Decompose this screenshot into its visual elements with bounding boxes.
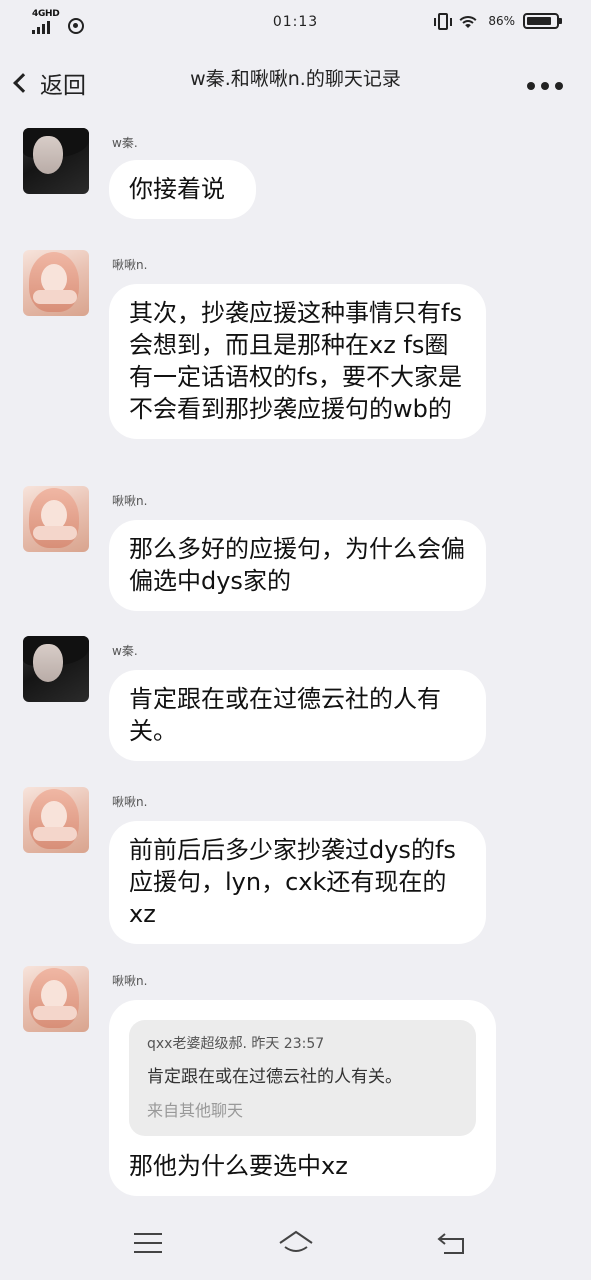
quote-source: 来自其他聊天 <box>147 1101 244 1120</box>
sender-name: 啾啾n. <box>112 494 148 508</box>
chat-history-screen: 4GHD 01:13 86% 返回 w秦.和啾啾n.的聊天记录 w秦. 你接着说… <box>0 0 591 1280</box>
vibrate-icon <box>434 12 453 30</box>
sender-name: 啾啾n. <box>112 258 148 272</box>
avatar[interactable] <box>23 966 89 1032</box>
status-bar: 4GHD 01:13 86% <box>0 0 591 44</box>
quote-text: 肯定跟在或在过德云社的人有关。 <box>147 1067 402 1087</box>
message-item: 啾啾n. 那么多好的应援句，为什么会偏偏选中dys家的 <box>0 486 591 611</box>
home-icon[interactable] <box>278 1229 314 1257</box>
avatar[interactable] <box>23 787 89 853</box>
sender-name: 啾啾n. <box>112 974 148 988</box>
message-item: w秦. 你接着说 <box>0 128 591 228</box>
avatar[interactable] <box>23 486 89 552</box>
status-right: 86% <box>434 12 562 30</box>
message-item: 啾啾n. 前前后后多少家抄袭过dys的fs应援句，lyn，cxk还有现在的xz <box>0 787 591 944</box>
message-item: 啾啾n. qxx老婆超级郝. 昨天 23:57 肯定跟在或在过德云社的人有关。 … <box>0 966 591 1211</box>
system-nav-bar <box>0 1211 591 1280</box>
wifi-icon <box>456 12 481 30</box>
message-bubble[interactable]: 你接着说 <box>109 160 256 219</box>
message-text: 那他为什么要选中xz <box>129 1152 348 1180</box>
battery-fill <box>527 17 552 25</box>
message-bubble[interactable]: qxx老婆超级郝. 昨天 23:57 肯定跟在或在过德云社的人有关。 来自其他聊… <box>109 1000 496 1196</box>
quoted-message[interactable]: qxx老婆超级郝. 昨天 23:57 肯定跟在或在过德云社的人有关。 来自其他聊… <box>129 1020 476 1136</box>
message-bubble[interactable]: 肯定跟在或在过德云社的人有关。 <box>109 670 486 761</box>
avatar[interactable] <box>23 250 89 316</box>
more-dots-icon[interactable] <box>527 82 563 90</box>
sender-name: 啾啾n. <box>112 795 148 809</box>
message-item: 啾啾n. 其次，抄袭应援这种事情只有fs会想到，而且是那种在xz fs圈有一定话… <box>0 250 591 460</box>
quote-header: qxx老婆超级郝. 昨天 23:57 <box>147 1036 325 1052</box>
avatar[interactable] <box>23 636 89 702</box>
chat-list[interactable]: w秦. 你接着说 啾啾n. 其次，抄袭应援这种事情只有fs会想到，而且是那种在x… <box>0 124 591 1211</box>
sender-name: w秦. <box>112 136 138 150</box>
sender-name: w秦. <box>112 644 138 658</box>
message-bubble[interactable]: 前前后后多少家抄袭过dys的fs应援句，lyn，cxk还有现在的xz <box>109 821 486 944</box>
back-icon[interactable] <box>436 1231 466 1257</box>
battery-percent: 86% <box>488 14 515 28</box>
message-bubble[interactable]: 其次，抄袭应援这种事情只有fs会想到，而且是那种在xz fs圈有一定话语权的fs… <box>109 284 486 439</box>
title-bar: 返回 w秦.和啾啾n.的聊天记录 <box>0 44 591 124</box>
menu-icon[interactable] <box>134 1233 162 1255</box>
chevron-left-icon <box>13 73 33 93</box>
message-item: w秦. 肯定跟在或在过德云社的人有关。 <box>0 636 591 761</box>
page-title: w秦.和啾啾n.的聊天记录 <box>190 68 401 90</box>
message-bubble[interactable]: 那么多好的应援句，为什么会偏偏选中dys家的 <box>109 520 486 611</box>
battery-icon <box>523 13 562 29</box>
avatar[interactable] <box>23 128 89 194</box>
